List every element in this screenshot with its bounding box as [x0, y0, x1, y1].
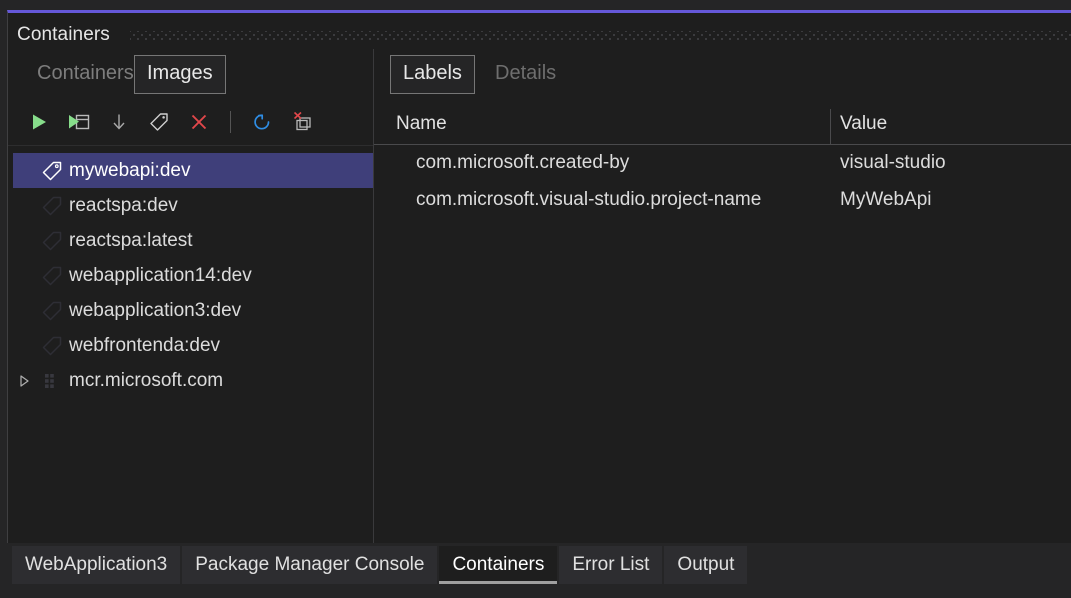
- tag-icon: [35, 299, 69, 323]
- tag-button[interactable]: [146, 109, 172, 135]
- tree-item-webapplication3-dev[interactable]: webapplication3:dev: [13, 293, 373, 328]
- toolbar-divider: [8, 145, 373, 146]
- tab-labels-label: Labels: [403, 62, 462, 84]
- tab-containers[interactable]: Containers: [24, 55, 147, 94]
- cell-value: visual-studio: [840, 152, 946, 173]
- tab-containers-bottom[interactable]: Containers: [439, 546, 558, 584]
- app-root: Containers Containers Images mywebapi:de…: [0, 0, 1071, 598]
- tag-icon: [35, 194, 69, 218]
- tree-item-reactspa-dev[interactable]: reactspa:dev: [13, 188, 373, 223]
- run-button[interactable]: [26, 109, 52, 135]
- images-tree: mywebapi:dev reactspa:dev reactspa:lates…: [8, 147, 373, 543]
- column-header-name[interactable]: Name: [396, 113, 447, 135]
- tab-label: WebApplication3: [25, 554, 168, 575]
- tab-package-manager-console[interactable]: Package Manager Console: [182, 546, 438, 584]
- tree-item-label: mcr.microsoft.com: [69, 369, 224, 391]
- refresh-icon: [254, 114, 270, 130]
- tree-item-webfrontenda-dev[interactable]: webfrontenda:dev: [13, 328, 373, 363]
- close-x-icon: [191, 114, 207, 130]
- tab-label: Containers: [452, 554, 545, 575]
- tab-details-label: Details: [495, 62, 557, 84]
- tree-item-mywebapi-dev[interactable]: mywebapi:dev: [13, 153, 373, 188]
- tree-item-reactspa-latest[interactable]: reactspa:latest: [13, 223, 373, 258]
- toolbar-separator: [230, 111, 231, 133]
- tab-images-label: Images: [147, 62, 213, 84]
- cell-value: MyWebApi: [840, 189, 932, 210]
- images-pane: Containers Images mywebapi:dev reactspa:…: [8, 49, 373, 543]
- tag-icon: [35, 229, 69, 253]
- bottom-tabs: WebApplication3 Package Manager Console …: [12, 546, 749, 584]
- play-icon: [33, 114, 46, 130]
- tab-webapplication3[interactable]: WebApplication3: [12, 546, 181, 584]
- play-window-icon: [69, 114, 90, 130]
- pull-button[interactable]: [106, 109, 132, 135]
- tree-item-label: mywebapi:dev: [69, 159, 191, 181]
- tree-item-label: webapplication14:dev: [69, 264, 252, 286]
- tree-item-mcr-microsoft-com[interactable]: mcr.microsoft.com: [13, 363, 373, 398]
- tree-item-label: reactspa:latest: [69, 229, 193, 251]
- run-interactive-button[interactable]: [66, 109, 92, 135]
- tab-details[interactable]: Details: [482, 55, 569, 94]
- tag-icon: [35, 264, 69, 288]
- labels-grid: Name Value com.microsoft.created-by visu…: [374, 107, 1071, 543]
- tab-labels[interactable]: Labels: [390, 55, 475, 94]
- registry-icon: [35, 369, 69, 393]
- tree-item-webapplication14-dev[interactable]: webapplication14:dev: [13, 258, 373, 293]
- images-toolbar: [8, 101, 373, 143]
- bottom-tab-strip: WebApplication3 Package Manager Console …: [7, 545, 1071, 598]
- table-row[interactable]: com.microsoft.visual-studio.project-name…: [374, 182, 1071, 219]
- tab-containers-label: Containers: [37, 62, 134, 84]
- tree-item-label: webapplication3:dev: [69, 299, 242, 321]
- chevron-right-icon[interactable]: [13, 374, 35, 388]
- tab-images[interactable]: Images: [134, 55, 226, 94]
- right-pivot-bar: Labels Details: [374, 49, 1071, 101]
- containers-tool-window: Containers Containers Images mywebapi:de…: [7, 10, 1071, 543]
- tag-icon: [35, 334, 69, 358]
- tab-output[interactable]: Output: [664, 546, 748, 584]
- page-title: Containers: [17, 24, 110, 45]
- tab-error-list[interactable]: Error List: [559, 546, 663, 584]
- drag-handle-dots[interactable]: [130, 31, 1071, 42]
- table-row[interactable]: com.microsoft.created-by visual-studio: [374, 145, 1071, 182]
- tree-item-label: reactspa:dev: [69, 194, 178, 216]
- remove-button[interactable]: [186, 109, 212, 135]
- cell-name: com.microsoft.created-by: [416, 152, 630, 173]
- column-header-value[interactable]: Value: [840, 113, 887, 135]
- tree-item-label: webfrontenda:dev: [69, 334, 221, 356]
- left-pivot-bar: Containers Images: [8, 49, 373, 99]
- prune-images-icon: [293, 111, 311, 131]
- arrow-down-icon: [113, 114, 125, 130]
- column-divider[interactable]: [830, 109, 831, 145]
- tab-label: Output: [677, 554, 735, 575]
- tool-window-title-bar: Containers: [8, 16, 1071, 49]
- cell-name: com.microsoft.visual-studio.project-name: [416, 189, 762, 210]
- tab-label: Error List: [572, 554, 650, 575]
- refresh-button[interactable]: [249, 109, 275, 135]
- prune-button[interactable]: [289, 109, 315, 135]
- tag-icon: [150, 113, 168, 131]
- details-pane: Labels Details Name Value com.microsoft.…: [374, 49, 1071, 543]
- tag-icon: [35, 159, 69, 183]
- grid-header-row: Name Value: [374, 107, 1071, 145]
- tab-label: Package Manager Console: [195, 554, 425, 575]
